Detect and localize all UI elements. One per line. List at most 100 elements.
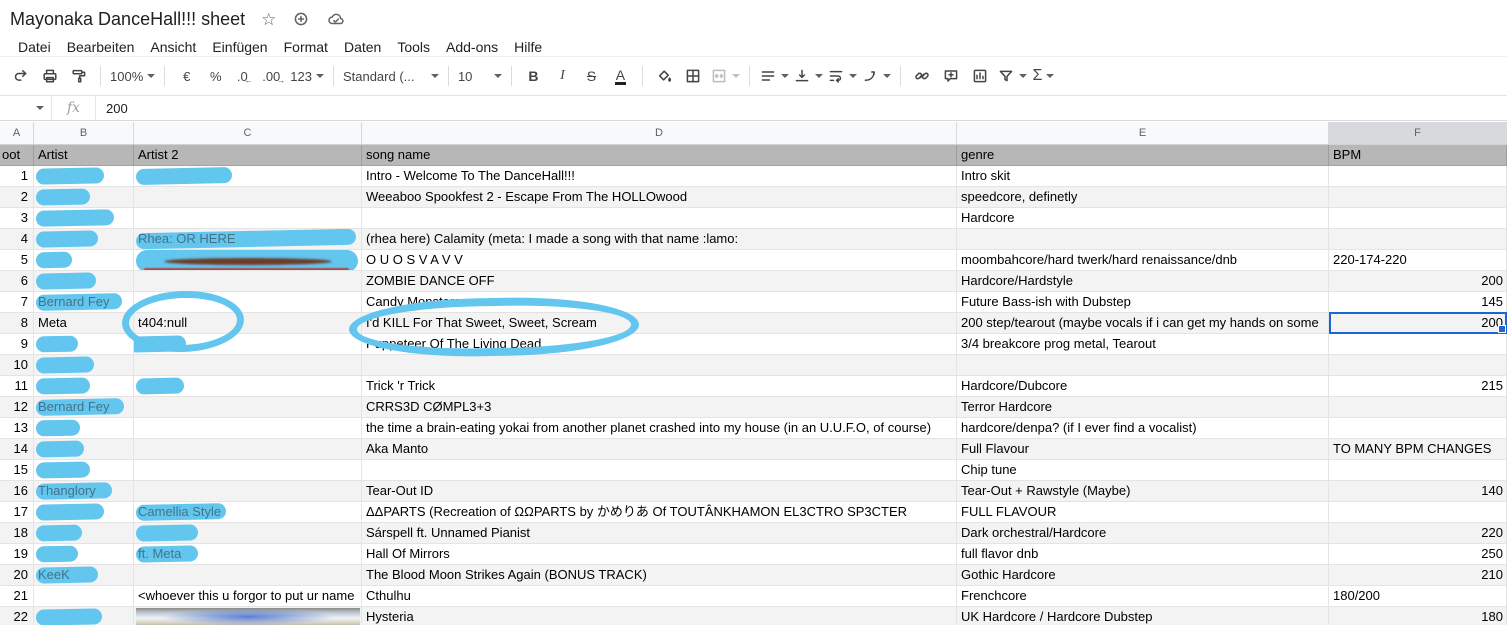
cell-a[interactable]: oot [0, 145, 34, 165]
cell-d[interactable]: Trick 'r Trick [362, 376, 957, 396]
cell-a[interactable]: 21 [0, 586, 34, 606]
cell-c[interactable] [134, 418, 362, 438]
column-header-A[interactable]: A [0, 122, 34, 144]
cell-f[interactable]: 180 [1329, 607, 1507, 625]
cell-c[interactable] [134, 334, 362, 354]
cell-d[interactable]: Cthulhu [362, 586, 957, 606]
cell-b[interactable]: Artist [34, 145, 134, 165]
cell-d[interactable] [362, 460, 957, 480]
cell-e[interactable]: Tear-Out + Rawstyle (Maybe) [957, 481, 1329, 501]
cell-c[interactable] [134, 208, 362, 228]
menu-item-einfgen[interactable]: Einfügen [204, 37, 275, 57]
format-currency-button[interactable]: € [172, 63, 201, 89]
insert-comment-button[interactable] [937, 63, 966, 89]
cell-f[interactable] [1329, 397, 1507, 417]
cell-a[interactable]: 11 [0, 376, 34, 396]
cell-a[interactable]: 12 [0, 397, 34, 417]
paint-format-button[interactable] [64, 63, 93, 89]
cell-a[interactable]: 16 [0, 481, 34, 501]
cell-b[interactable] [34, 376, 134, 396]
more-formats-button[interactable]: 123 [288, 63, 326, 89]
cell-a[interactable]: 3 [0, 208, 34, 228]
cell-f[interactable] [1329, 187, 1507, 207]
cell-f[interactable] [1329, 418, 1507, 438]
cell-b[interactable] [34, 250, 134, 270]
cell-e[interactable]: Future Bass-ish with Dubstep [957, 292, 1329, 312]
cell-e[interactable]: Gothic Hardcore [957, 565, 1329, 585]
cell-d[interactable]: I'd KILL For That Sweet, Sweet, Scream [362, 313, 957, 333]
cell-a[interactable]: 1 [0, 166, 34, 186]
cell-f[interactable] [1329, 460, 1507, 480]
text-color-button[interactable]: A [615, 68, 626, 85]
cell-b[interactable]: KeeK [34, 565, 134, 585]
menu-item-addons[interactable]: Add-ons [438, 37, 506, 57]
cell-a[interactable]: 15 [0, 460, 34, 480]
cell-c[interactable] [134, 166, 362, 186]
cell-d[interactable]: O U O S V A V V [362, 250, 957, 270]
cell-c[interactable] [134, 523, 362, 543]
decrease-decimals-button[interactable]: .0← [230, 63, 259, 89]
cell-e[interactable]: 3/4 breakcore prog metal, Tearout [957, 334, 1329, 354]
cell-e[interactable]: hardcore/denpa? (if I ever find a vocali… [957, 418, 1329, 438]
menu-item-daten[interactable]: Daten [336, 37, 389, 57]
cell-c[interactable]: ft. Meta [134, 544, 362, 564]
cell-c[interactable]: Rhea: OR HERE [134, 229, 362, 249]
cell-f[interactable]: 250 [1329, 544, 1507, 564]
borders-button[interactable] [679, 63, 708, 89]
cell-d[interactable]: The Blood Moon Strikes Again (BONUS TRAC… [362, 565, 957, 585]
cell-c[interactable] [134, 355, 362, 375]
fill-handle[interactable] [1498, 325, 1506, 333]
cell-f[interactable]: BPM [1329, 145, 1507, 165]
cell-f[interactable] [1329, 229, 1507, 249]
cell-d[interactable] [362, 208, 957, 228]
cell-a[interactable]: 4 [0, 229, 34, 249]
cell-e[interactable]: 200 step/tearout (maybe vocals if i can … [957, 313, 1329, 333]
cell-c[interactable] [134, 565, 362, 585]
cell-a[interactable]: 18 [0, 523, 34, 543]
cell-b[interactable] [34, 334, 134, 354]
menu-item-format[interactable]: Format [276, 37, 336, 57]
cell-a[interactable]: 17 [0, 502, 34, 522]
cell-d[interactable]: ZOMBIE DANCE OFF [362, 271, 957, 291]
cell-c[interactable] [134, 397, 362, 417]
functions-button[interactable]: Σ [1029, 63, 1058, 89]
cell-d[interactable]: Aka Manto [362, 439, 957, 459]
cell-e[interactable]: Intro skit [957, 166, 1329, 186]
cell-e[interactable] [957, 229, 1329, 249]
cell-a[interactable]: 14 [0, 439, 34, 459]
cell-c[interactable]: Camellia Style [134, 502, 362, 522]
cell-a[interactable]: 7 [0, 292, 34, 312]
cell-f[interactable] [1329, 166, 1507, 186]
cell-b[interactable]: Meta [34, 313, 134, 333]
horizontal-align-button[interactable] [757, 63, 791, 89]
merge-cells-button[interactable] [708, 63, 742, 89]
cloud-status-icon[interactable] [326, 10, 346, 28]
cell-f[interactable]: 180/200 [1329, 586, 1507, 606]
cell-b[interactable]: Bernard Fey [34, 292, 134, 312]
cell-e[interactable]: moombahcore/hard twerk/hard renaissance/… [957, 250, 1329, 270]
cell-f[interactable]: 220-174-220 [1329, 250, 1507, 270]
cell-a[interactable]: 20 [0, 565, 34, 585]
cell-b[interactable] [34, 607, 134, 625]
cell-d[interactable]: Weeaboo Spookfest 2 - Escape From The HO… [362, 187, 957, 207]
cell-c[interactable] [134, 271, 362, 291]
cell-d[interactable]: ΔΔPARTS (Recreation of ΩΩPARTS by かめりあ O… [362, 502, 957, 522]
cell-d[interactable]: Intro - Welcome To The DanceHall!!! [362, 166, 957, 186]
cell-c[interactable] [134, 250, 362, 270]
star-icon[interactable]: ☆ [261, 11, 276, 28]
cell-c[interactable]: <whoever this u forgor to put ur name [134, 586, 362, 606]
cell-e[interactable]: FULL FLAVOUR [957, 502, 1329, 522]
cell-e[interactable]: Hardcore/Hardstyle [957, 271, 1329, 291]
cell-f[interactable] [1329, 208, 1507, 228]
cell-b[interactable] [34, 544, 134, 564]
cell-b[interactable] [34, 229, 134, 249]
cell-c[interactable]: t404:null [134, 313, 362, 333]
cell-d[interactable]: (rhea here) Calamity (meta: I made a son… [362, 229, 957, 249]
bold-button[interactable]: B [519, 63, 548, 89]
text-wrap-button[interactable] [825, 63, 859, 89]
cell-b[interactable] [34, 523, 134, 543]
fill-color-button[interactable] [650, 63, 679, 89]
cell-a[interactable]: 6 [0, 271, 34, 291]
cell-d[interactable]: song name [362, 145, 957, 165]
cell-a[interactable]: 19 [0, 544, 34, 564]
